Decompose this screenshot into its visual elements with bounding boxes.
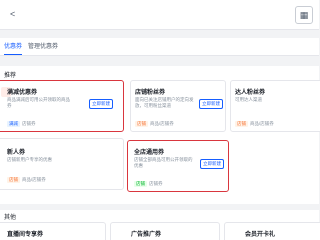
coupon-footer: 店铺 商品/店铺券 [235,121,274,127]
tab-manage-coupons[interactable]: 管理优惠券 [28,41,58,50]
coupon-desc: 店铺全部商品可用公开领取的优惠 [134,157,193,168]
coupon-title: 满减优惠券 [7,90,38,96]
grid-icon[interactable]: ▦ [295,6,313,24]
coupon-title: 直播间专享券 [7,232,44,238]
create-button[interactable]: 立即新建 [89,99,113,109]
tab-bar: 优惠券 管理优惠券 [0,38,319,56]
coupon-tag: 店铺 [134,181,147,187]
coupon-footer-text: 商品/店铺券 [22,177,46,182]
coupon-title: 达人粉丝券 [235,90,266,96]
coupon-footer-text: 店铺券 [149,181,163,186]
coupon-card[interactable]: 直播间专享券 [0,222,106,240]
coupon-desc: 店铺新用户专享的优惠 [7,157,52,162]
coupon-desc: 可用达人渠道 [235,97,262,102]
coupon-card[interactable]: 满减优惠券 商品满减后可用公开领取的商品券 立即新建 满减 店铺券 [0,80,124,132]
coupon-title: 会员开卡礼 [245,232,276,238]
back-icon[interactable]: < [10,9,15,19]
section-title: 推荐 [4,73,17,79]
coupon-title: 新人券 [7,150,26,156]
coupon-tag: 店铺 [7,177,20,183]
create-button[interactable]: 立即新建 [199,99,223,109]
top-bar: < ▦ [0,0,319,30]
coupon-footer: 店铺 店铺券 [134,181,163,187]
coupon-card[interactable]: 新人券 店铺新用户专享的优惠 店铺 商品/店铺券 [0,138,124,190]
coupon-tag: 满减 [7,121,20,127]
coupon-card[interactable]: 会员开卡礼 [224,222,320,240]
coupon-footer-text: 店铺券 [22,121,36,126]
coupon-tag: 店铺 [135,121,148,127]
coupon-card[interactable]: 达人粉丝券 可用达人渠道 店铺 商品/店铺券 [230,80,320,132]
coupon-tag: 店铺 [235,121,248,127]
coupon-desc: 商品满减后可用公开领取的商品券 [7,97,70,108]
coupon-title: 全店通用券 [134,150,165,156]
coupon-card[interactable]: 店铺粉丝券 面向已关注店铺用户的定向发放，可用粉丝渠道 立即新建 店铺 商品/店铺… [130,80,226,132]
section-title: 其他 [4,215,17,221]
recommended-section: 推荐 满减优惠券 商品满减后可用公开领取的商品券 立即新建 满减 店铺券 店铺粉丝… [0,66,320,204]
coupon-footer: 满减 店铺券 [7,121,36,127]
coupon-footer: 店铺 商品/店铺券 [7,177,46,183]
other-section: 其他 直播间专享券 广告推广券 会员开卡礼 [0,210,320,240]
coupon-title: 广告推广券 [131,232,162,238]
coupon-footer-text: 商品/店铺券 [150,121,174,126]
coupon-footer-text: 商品/店铺券 [250,121,274,126]
coupon-card[interactable]: 广告推广券 [110,222,220,240]
tab-coupons[interactable]: 优惠券 [4,41,23,55]
coupon-desc: 面向已关注店铺用户的定向发放，可用粉丝渠道 [135,97,194,108]
create-button[interactable]: 立即新建 [200,159,224,169]
coupon-title: 店铺粉丝券 [135,90,166,96]
coupon-card[interactable]: 全店通用券 店铺全部商品可用公开领取的优惠 立即新建 店铺 店铺券 [127,140,229,192]
coupon-footer: 店铺 商品/店铺券 [135,121,174,127]
